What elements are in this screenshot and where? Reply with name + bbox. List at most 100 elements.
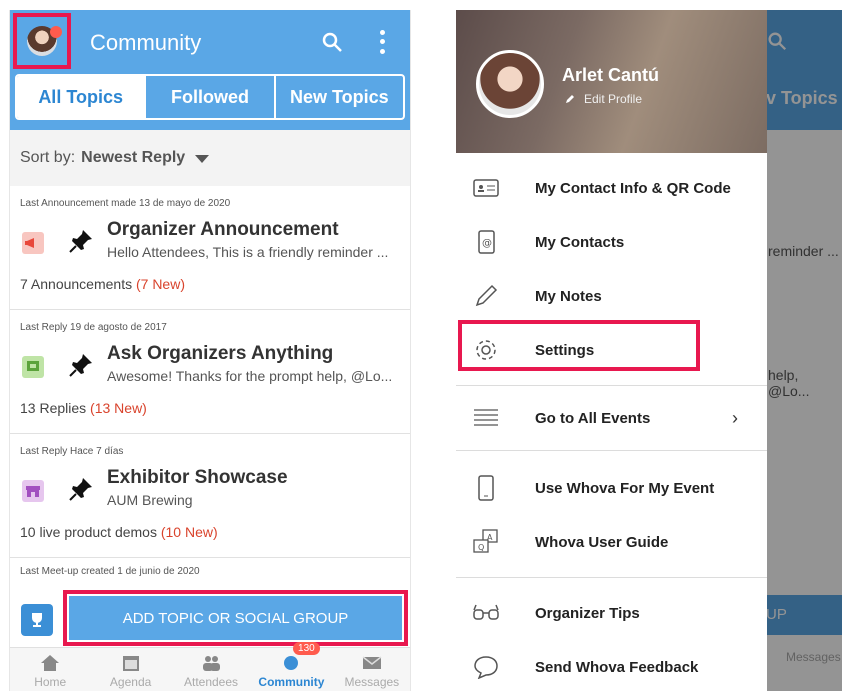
- menu-use-whova[interactable]: Use Whova For My Event: [456, 461, 767, 515]
- menu-label: Organizer Tips: [535, 604, 640, 622]
- topic-item[interactable]: Last Reply Hace 7 días Exhibitor Showcas…: [10, 434, 410, 558]
- menu-my-contacts[interactable]: @ My Contacts: [456, 215, 767, 269]
- navigation-drawer: Arlet Cantú Edit Profile My Contact Info…: [456, 10, 767, 691]
- svg-text:@: @: [482, 238, 492, 249]
- pencil-icon: [566, 95, 574, 103]
- count-text: 7 Announcements: [20, 276, 133, 292]
- topic-meta: Last Announcement made 13 de mayo de 202…: [20, 198, 231, 209]
- pin-icon[interactable]: [68, 352, 94, 378]
- topic-preview: Awesome! Thanks for the prompt help, @Lo…: [107, 368, 393, 384]
- meetup-meta: Last Meet-up created 1 de junio de 2020: [20, 566, 200, 577]
- mail-icon: [362, 656, 382, 669]
- menu-label: Use Whova For My Event: [535, 479, 715, 497]
- avatar: [27, 26, 62, 56]
- nav-attendees[interactable]: Attendees: [171, 648, 251, 691]
- menu-organizer-tips[interactable]: Organizer Tips: [456, 586, 767, 640]
- tab-new-topics[interactable]: New Topics: [276, 76, 403, 118]
- glasses-icon: [472, 599, 500, 627]
- new-count: (10 New): [160, 524, 218, 540]
- nav-label: Community: [258, 675, 325, 689]
- topic-count: 13 Replies (13 New): [20, 400, 147, 416]
- topic-title: Ask Organizers Anything: [107, 343, 334, 364]
- settings-highlight: [458, 320, 700, 371]
- topic-meta: Last Reply 19 de agosto de 2017: [20, 322, 167, 333]
- phone-icon: [472, 474, 500, 502]
- count-text: 10 live product demos: [20, 524, 157, 540]
- new-count: (7 New): [135, 276, 185, 292]
- nav-label: Attendees: [183, 675, 239, 689]
- menu-user-guide[interactable]: AQ Whova User Guide: [456, 515, 767, 569]
- add-topic-bar: ADD TOPIC OR SOCIAL GROUP: [10, 590, 410, 653]
- menu-send-feedback[interactable]: Send Whova Feedback: [456, 640, 767, 691]
- sort-value: Newest Reply: [81, 149, 186, 166]
- menu-all-events[interactable]: Go to All Events ›: [456, 386, 767, 450]
- menu-label: My Contacts: [535, 233, 625, 251]
- sort-dropdown[interactable]: Sort by: Newest Reply: [10, 130, 410, 186]
- community-screen: Community All Topics Followed New Topics…: [9, 10, 411, 691]
- edit-profile-label: Edit Profile: [584, 92, 643, 106]
- more-options-icon[interactable]: [376, 28, 388, 56]
- topic-count: 10 live product demos (10 New): [20, 524, 218, 540]
- speech-bubble-icon: [472, 653, 500, 681]
- chat-icon: [284, 656, 299, 670]
- address-book-icon: @: [472, 228, 500, 256]
- avatar[interactable]: [476, 50, 544, 118]
- nav-label: Messages: [344, 675, 400, 689]
- calendar-icon: [122, 656, 139, 671]
- topic-title: Organizer Announcement: [107, 219, 339, 240]
- trophy-icon[interactable]: [21, 604, 53, 636]
- menu-label: Go to All Events: [535, 409, 651, 427]
- count-text: 13 Replies: [20, 400, 87, 416]
- page-title: Community: [90, 30, 202, 55]
- add-topic-button[interactable]: ADD TOPIC OR SOCIAL GROUP: [69, 596, 402, 640]
- drawer-screen: v Topics reminder ... help, @Lo... UP Me…: [456, 10, 842, 691]
- qa-icon: AQ: [472, 528, 500, 556]
- svg-text:Q: Q: [478, 543, 484, 552]
- menu-label: My Notes: [535, 287, 602, 305]
- people-icon: [203, 656, 221, 671]
- pencil-icon: [472, 282, 500, 310]
- caret-down-icon: [195, 155, 210, 163]
- search-icon[interactable]: [320, 30, 344, 54]
- nav-agenda[interactable]: Agenda: [90, 648, 170, 691]
- bottom-navigation: Home Agenda Attendees 130 Community Mess…: [10, 642, 410, 691]
- menu-contact-info[interactable]: My Contact Info & QR Code: [456, 161, 767, 215]
- contact-card-icon: [472, 174, 500, 202]
- nav-messages[interactable]: Messages: [332, 648, 410, 691]
- pin-icon[interactable]: [68, 476, 94, 502]
- store-icon: [22, 480, 44, 502]
- topic-meta: Last Reply Hace 7 días: [20, 446, 124, 457]
- notification-dot: [50, 26, 62, 38]
- edit-profile-link[interactable]: Edit Profile: [564, 92, 642, 106]
- tab-followed[interactable]: Followed: [146, 76, 276, 118]
- nav-label: Agenda: [109, 675, 152, 689]
- home-icon: [41, 655, 60, 671]
- nav-home[interactable]: Home: [10, 648, 90, 691]
- tab-bar: All Topics Followed New Topics: [10, 74, 410, 130]
- menu-my-notes[interactable]: My Notes: [456, 269, 767, 323]
- topic-item[interactable]: Last Announcement made 13 de mayo de 202…: [10, 186, 410, 310]
- community-badge: 130: [293, 642, 320, 655]
- menu-label: Whova User Guide: [535, 533, 669, 551]
- chevron-right-icon: ›: [732, 407, 738, 428]
- tab-all-topics[interactable]: All Topics: [17, 76, 147, 118]
- topic-title: Exhibitor Showcase: [107, 467, 288, 488]
- topic-preview: AUM Brewing: [107, 492, 193, 508]
- sort-label: Sort by:: [20, 149, 76, 166]
- app-bar: Community: [10, 10, 410, 74]
- profile-avatar-button[interactable]: [13, 13, 71, 69]
- nav-community[interactable]: 130 Community: [251, 642, 331, 691]
- megaphone-icon: [22, 232, 44, 254]
- topic-preview: Hello Attendees, This is a friendly remi…: [107, 244, 389, 260]
- qa-icon: [22, 356, 44, 378]
- topic-item[interactable]: Last Reply 19 de agosto de 2017 Ask Orga…: [10, 310, 410, 434]
- topic-count: 7 Announcements (7 New): [20, 276, 185, 292]
- new-count: (13 New): [90, 400, 147, 416]
- profile-name: Arlet Cantú: [562, 65, 660, 85]
- list-icon: [472, 404, 500, 432]
- menu-label: Send Whova Feedback: [535, 658, 699, 676]
- drawer-header: Arlet Cantú Edit Profile: [456, 10, 767, 153]
- menu-label: My Contact Info & QR Code: [535, 179, 731, 197]
- nav-label: Home: [34, 675, 67, 689]
- pin-icon[interactable]: [68, 228, 94, 254]
